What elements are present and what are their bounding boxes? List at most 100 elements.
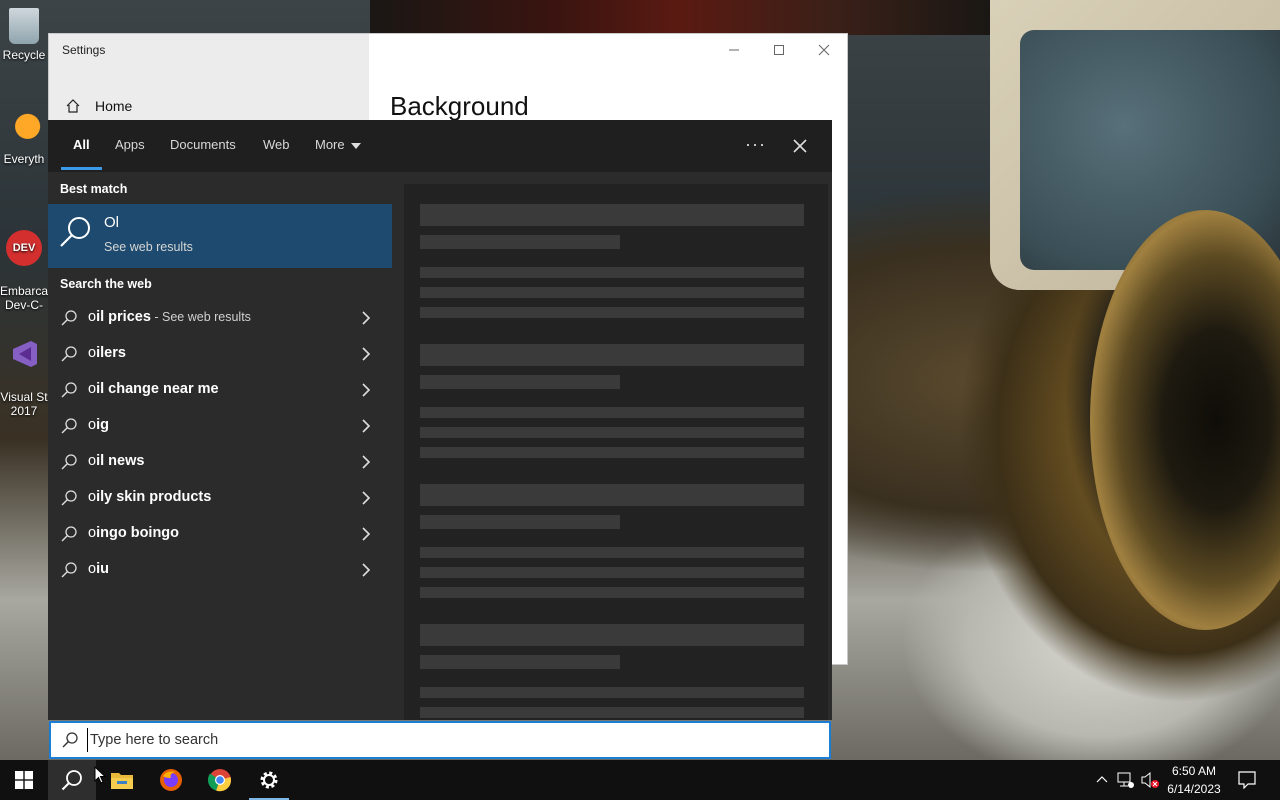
suggestion-text: oig — [88, 417, 109, 433]
search-icon — [61, 490, 77, 506]
loading-placeholder — [420, 427, 804, 438]
settings-icon — [260, 771, 278, 789]
preview-pane — [404, 184, 828, 720]
web-suggestion-item[interactable]: oilers — [48, 336, 392, 372]
more-options-button[interactable]: ··· — [745, 134, 766, 155]
best-match-subtitle: See web results — [104, 240, 193, 254]
settings-nav-home-label: Home — [95, 98, 133, 114]
clock-time[interactable]: 6:50 AM — [1166, 764, 1222, 778]
search-icon — [61, 526, 77, 542]
chevron-right-icon[interactable] — [358, 418, 374, 434]
close-icon — [793, 139, 807, 153]
loading-placeholder — [420, 287, 804, 298]
chevron-right-icon[interactable] — [358, 454, 374, 470]
mouse-cursor — [94, 766, 106, 784]
web-suggestion-item[interactable]: oily skin products — [48, 480, 392, 516]
loading-placeholder — [420, 707, 804, 718]
desktop-icon-label: Recycle — [2, 48, 46, 62]
web-suggestion-item[interactable]: oil news — [48, 444, 392, 480]
desktop-icon-label: Embarca Dev-C- — [0, 284, 49, 312]
network-icon[interactable] — [1117, 771, 1135, 789]
tab-apps[interactable]: Apps — [115, 120, 145, 172]
search-icon — [61, 562, 77, 578]
loading-placeholder — [420, 687, 804, 698]
chrome-icon — [208, 769, 231, 792]
suggestion-text: oilers — [88, 345, 126, 361]
wallpaper-detail — [370, 0, 990, 35]
search-icon — [60, 217, 90, 247]
chevron-down-icon — [350, 142, 361, 149]
best-match-item[interactable]: Ol See web results — [48, 204, 392, 268]
chevron-right-icon[interactable] — [358, 346, 374, 362]
loading-placeholder — [420, 447, 804, 458]
settings-window-title: Settings — [62, 43, 106, 57]
file-explorer-icon — [111, 773, 133, 789]
home-icon — [66, 99, 80, 113]
desktop-icon-label: Visual St 2017 — [0, 390, 48, 418]
visual-studio-icon — [6, 336, 42, 372]
loading-placeholder — [420, 407, 804, 418]
desktop-icon-label: Everyth — [3, 152, 45, 166]
show-hidden-icons-button[interactable] — [1096, 774, 1108, 786]
loading-placeholder — [420, 587, 804, 598]
notifications-icon[interactable] — [1238, 771, 1256, 789]
loading-placeholder — [420, 655, 620, 669]
search-results-list: Best match Ol See web results Search the… — [48, 172, 392, 720]
maximize-icon — [774, 45, 784, 55]
web-suggestion-item[interactable]: oil change near me — [48, 372, 392, 408]
suggestion-text: oil prices - See web results — [88, 309, 251, 325]
start-button[interactable] — [0, 760, 48, 800]
close-window-button[interactable] — [801, 34, 847, 66]
search-icon — [61, 454, 77, 470]
web-suggestion-item[interactable]: oig — [48, 408, 392, 444]
suggestion-text: oil news — [88, 453, 145, 469]
search-icon — [62, 732, 78, 748]
loading-placeholder — [420, 624, 804, 646]
suggestion-text: oingo boingo — [88, 525, 180, 541]
search-box[interactable] — [49, 721, 831, 759]
web-suggestion-item[interactable]: oiu — [48, 552, 392, 588]
suggestion-text: oily skin products — [88, 489, 212, 505]
tab-documents[interactable]: Documents — [170, 120, 236, 172]
taskbar-firefox[interactable] — [147, 760, 195, 800]
taskbar-settings[interactable] — [245, 760, 293, 800]
web-suggestion-item[interactable]: oil prices - See web results — [48, 300, 392, 336]
minimize-button[interactable] — [711, 34, 757, 66]
everything-app-icon — [6, 112, 42, 148]
chevron-right-icon[interactable] — [358, 382, 374, 398]
tab-web[interactable]: Web — [263, 120, 290, 172]
close-search-button[interactable] — [788, 134, 812, 158]
taskbar-search-button[interactable] — [48, 760, 96, 800]
loading-placeholder — [420, 307, 804, 318]
loading-placeholder — [420, 515, 620, 529]
settings-nav-home[interactable]: Home — [65, 98, 132, 114]
taskbar: 6:50 AM 6/14/2023 — [0, 760, 1280, 800]
chevron-right-icon[interactable] — [358, 310, 374, 326]
loading-placeholder — [420, 567, 804, 578]
devcpp-app-icon: DEV — [6, 230, 42, 266]
desktop-icon-visual-studio[interactable]: Visual St 2017 — [0, 322, 48, 418]
loading-placeholder — [420, 267, 804, 278]
tab-all[interactable]: All — [61, 120, 101, 172]
search-icon — [61, 770, 82, 791]
desktop-icon-recycle-bin[interactable]: Recycle — [0, 8, 48, 62]
chevron-right-icon[interactable] — [358, 490, 374, 506]
firefox-icon — [160, 769, 182, 791]
search-web-heading: Search the web — [60, 277, 152, 291]
loading-placeholder — [420, 547, 804, 558]
tab-more[interactable]: More — [315, 120, 361, 172]
desktop-icon-everything[interactable]: Everyth — [0, 112, 48, 166]
recycle-bin-icon — [9, 8, 39, 44]
maximize-button[interactable] — [756, 34, 802, 66]
chevron-right-icon[interactable] — [358, 526, 374, 542]
search-input[interactable] — [87, 728, 787, 752]
search-icon — [61, 382, 77, 398]
volume-muted-icon[interactable] — [1140, 771, 1160, 789]
taskbar-chrome[interactable] — [196, 760, 244, 800]
chevron-right-icon[interactable] — [358, 562, 374, 578]
desktop-icon-devcpp[interactable]: DEV Embarca Dev-C- — [0, 216, 48, 312]
loading-placeholder — [420, 204, 804, 226]
clock-date[interactable]: 6/14/2023 — [1162, 782, 1226, 796]
web-suggestion-item[interactable]: oingo boingo — [48, 516, 392, 552]
loading-placeholder — [420, 235, 620, 249]
